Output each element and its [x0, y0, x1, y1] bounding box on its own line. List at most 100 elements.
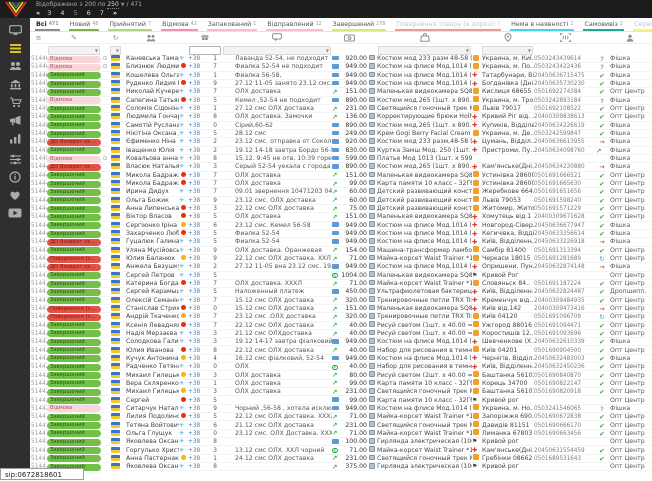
- app-logo[interactable]: [4, 1, 28, 21]
- loyalty-heart-button[interactable]: [0, 186, 30, 204]
- last-page-button[interactable]: »: [113, 9, 117, 17]
- table-row[interactable]: 514435ЗавершенийКатерина Богданова+387ОЛ…: [30, 280, 652, 288]
- table-row[interactable]: 514416ЗавершенийЯковлева Оксана✳+388100.…: [30, 438, 652, 446]
- table-row[interactable]: 514423ЗавершенийВера Скляренко✳+381ОЛХ д…: [30, 380, 652, 388]
- table-row[interactable]: 514454ЗавершенийСамотій Руслана Во..✳+38…: [30, 122, 652, 130]
- tab-Нема в наявності[interactable]: Нема в наявності1: [510, 21, 574, 31]
- table-row[interactable]: 514433ЗавершенийОлексій Семанін✳+38715.1…: [30, 297, 652, 305]
- table-row[interactable]: 514420ВідмоваСитарчук Наталія Гр..✳+389Ч…: [30, 405, 652, 413]
- page-number-6[interactable]: 6: [87, 9, 91, 17]
- info-button[interactable]: [0, 168, 30, 186]
- table-row[interactable]: 514438Повернення (з...Юлия Баланюк+38922…: [30, 255, 652, 263]
- table-row[interactable]: 514442ЗавершенийСергіюнко Іріна Ми..+386…: [30, 222, 652, 230]
- table-row[interactable]: 514459ЗавершенийРуденко Лидия Пав..+3892…: [30, 80, 652, 88]
- bank-button[interactable]: [0, 75, 30, 93]
- phone-filter-input[interactable]: [189, 46, 221, 55]
- table-row[interactable]: 514421ЗавершенийСергей+38599.00Карта пам…: [30, 396, 652, 404]
- comment-icon[interactable]: [222, 33, 332, 42]
- table-row[interactable]: 514428ЗавершенийСолодкова Галина В..✳+38…: [30, 338, 652, 346]
- table-row[interactable]: 514460ЗавершенийКошелева Ольга Ар..✳+381…: [30, 72, 652, 80]
- table-row[interactable]: 514461Відмова⊙Близнюк Людмила ..+387Фиал…: [30, 63, 652, 71]
- tab-Самовивіз[interactable]: Самовивіз2: [583, 21, 624, 31]
- table-row[interactable]: 514426ЗавершенийКучук Антонина+38416.12 …: [30, 355, 652, 363]
- first-page-button[interactable]: «: [36, 9, 40, 17]
- cart-button[interactable]: [0, 93, 30, 111]
- table-row[interactable]: 514419ЗавершенийЛилия Подолинская+38522.…: [30, 413, 652, 421]
- menu-icon[interactable]: ≡: [30, 34, 47, 42]
- table-row[interactable]: 514434ЗавершенийСергей Карамышев✳+385Нал…: [30, 288, 652, 296]
- table-row[interactable]: 514417ЗавершенийОльга Глущук✳+38023.12 с…: [30, 430, 652, 438]
- table-row[interactable]: 514427ЗавершенийЮлия Иванова+38822.12 см…: [30, 346, 652, 354]
- table-row[interactable]: 514450Відмова⊙Ковальова анна✳+38815.12. …: [30, 155, 652, 163]
- table-row[interactable]: 514430ЗавершенийКсенія Левадняя+38722.12…: [30, 322, 652, 330]
- page-number-5[interactable]: 5: [73, 9, 77, 17]
- table-row[interactable]: 514418ЗавершенийТетяна Войтович✳+38621.1…: [30, 421, 652, 429]
- filter-dropdown-5[interactable]: ▼: [482, 46, 533, 55]
- table-row[interactable]: 514447ЗавершенийМикола Бадражан+387ОЛХ д…: [30, 180, 652, 188]
- people-icon[interactable]: [122, 34, 179, 42]
- table-row[interactable]: 514444ЗавершенийАнна Липенська+38322.12 …: [30, 205, 652, 213]
- table-row[interactable]: 514462Відмова⊙Каневська Тамара ..✳+381Ла…: [30, 55, 652, 63]
- table-row[interactable]: 514425ЗавершенийРадченко Тетяна✳+380ОЛХ$…: [30, 363, 652, 371]
- person-icon[interactable]: [608, 34, 652, 42]
- filter-dropdown-1[interactable]: ▼: [110, 46, 121, 55]
- page-size-dropdown[interactable]: 250: [107, 1, 118, 9]
- table-row[interactable]: 514441ЗавершенийЗахарченко Люба+385Фиалк…: [30, 230, 652, 238]
- chevron-down-icon[interactable]: ▼: [121, 2, 125, 8]
- filter-dropdown-3[interactable]: ▼: [223, 46, 331, 55]
- table-row[interactable]: 514436ЗавершенийСергей Петров✳+385$1004.…: [30, 272, 652, 280]
- tab-Відправлений[interactable]: Відправлений12: [266, 21, 322, 31]
- analytics-button[interactable]: [0, 129, 30, 147]
- table-row[interactable]: 514452ДО Возврат ок...Єфименко Ніна✳+382…: [30, 138, 652, 146]
- refresh-icon[interactable]: ↻: [109, 34, 122, 42]
- table-row[interactable]: 514414ЗавершенийАнна Пастернак+38124.12 …: [30, 455, 652, 463]
- tab-Повернення товару (в дорозі)[interactable]: Повернення товару (в дорозі)0: [395, 21, 501, 31]
- megaphone-button[interactable]: [0, 111, 30, 129]
- table-row[interactable]: 514451ЗавершенийІващенко Юлія✳+38219.12 …: [30, 147, 652, 155]
- pin-icon[interactable]: [481, 33, 534, 42]
- page-number-7[interactable]: 7: [100, 9, 104, 17]
- table-row[interactable]: 514431Повернення (з...Андрій Ткаченко+38…: [30, 313, 652, 321]
- table-row[interactable]: 514443ЗавершенийВіктор Власов+385ОЛХ дос…: [30, 213, 652, 221]
- team-button[interactable]: [0, 57, 30, 75]
- table-row[interactable]: 514415ЗавершенийГоргулько Христина..✳+38…: [30, 446, 652, 454]
- table-row[interactable]: 514458ЗавершенийНиколай Кучеренко✳+387ОЛ…: [30, 88, 652, 96]
- table-row[interactable]: 514413ЗавершенийЯковлева Оксана✳+388↗375…: [30, 463, 652, 471]
- table-row[interactable]: 514446ЗавершенийИрина Дидух✳+38709.01 зв…: [30, 188, 652, 196]
- tab-Запакований[interactable]: Запакований1: [207, 21, 257, 31]
- bag-icon[interactable]: [377, 33, 472, 42]
- phone-icon[interactable]: ☎: [188, 34, 222, 42]
- table-row[interactable]: 514455ЗавершенийЛюдмила Гончарова✳+388ОЛ…: [30, 113, 652, 121]
- orders-list-button[interactable]: [0, 39, 30, 57]
- table-row[interactable]: 514453ЗавершенийНікітіна Оксана Дми..✳+3…: [30, 130, 652, 138]
- video-tutorial-button[interactable]: [0, 204, 30, 222]
- table-row[interactable]: 514439ЗавершенийУляна Мусійовська✳+389ОЛ…: [30, 247, 652, 255]
- table-row[interactable]: 514449ДО Возврат ок...Власюк Наталья✳+38…: [30, 163, 652, 171]
- table-row[interactable]: 514445ЗавершенийОльга Божик✳+38923.12 см…: [30, 197, 652, 205]
- table-row[interactable]: 514422ЗавершенийМихаил Гилецький+383ОЛХ …: [30, 388, 652, 396]
- tab-Всі[interactable]: Всі471: [35, 21, 60, 31]
- tab-Завершений[interactable]: Завершений278: [332, 21, 387, 31]
- tab-Відмова[interactable]: Відмова42: [161, 21, 198, 31]
- table-row[interactable]: 514440ДО Возврат ок...Гуцалюк Галина✳+38…: [30, 238, 652, 246]
- table-row[interactable]: 514456ЗавершенийСоломія Сідоніна✳+38127.…: [30, 105, 652, 113]
- tab-Новий[interactable]: Новий48: [69, 21, 100, 31]
- tab-Сервіси[interactable]: Сервіси0: [633, 21, 652, 31]
- package-icon: [369, 138, 375, 144]
- table-row[interactable]: 514432Повернення (з...Станіслав Стрижак+…: [30, 305, 652, 313]
- page-number-4[interactable]: 4: [60, 9, 64, 17]
- pencil-icon[interactable]: ✎: [47, 34, 101, 42]
- filter-dropdown-0[interactable]: ▼: [48, 46, 100, 55]
- table-row[interactable]: 514448ЗавершенийМикола Бадражан+387ОЛХ д…: [30, 172, 652, 180]
- tab-Прийнятий[interactable]: Прийнятий7: [108, 21, 152, 31]
- table-row[interactable]: 514429ЗавершенийНадія Мерзаєва✳+38321.12…: [30, 330, 652, 338]
- table-row[interactable]: 514437ДО Возврат ок...Анжела Безушку✳+38…: [30, 263, 652, 271]
- sliders-button[interactable]: [0, 150, 30, 168]
- filter-dropdown-4[interactable]: ▼: [378, 46, 471, 55]
- table-row[interactable]: 514457ВідмоваСапегина Татьяна С..+385Кем…: [30, 97, 652, 105]
- dashboard-monitor-button[interactable]: [0, 21, 30, 39]
- money-icon[interactable]: [332, 34, 367, 42]
- table-row[interactable]: 514424ЗавершенийМихаил Гилецький+383ОЛХ …: [30, 371, 652, 379]
- page-number-3[interactable]: 3: [47, 9, 51, 17]
- scan-icon[interactable]: [534, 33, 596, 42]
